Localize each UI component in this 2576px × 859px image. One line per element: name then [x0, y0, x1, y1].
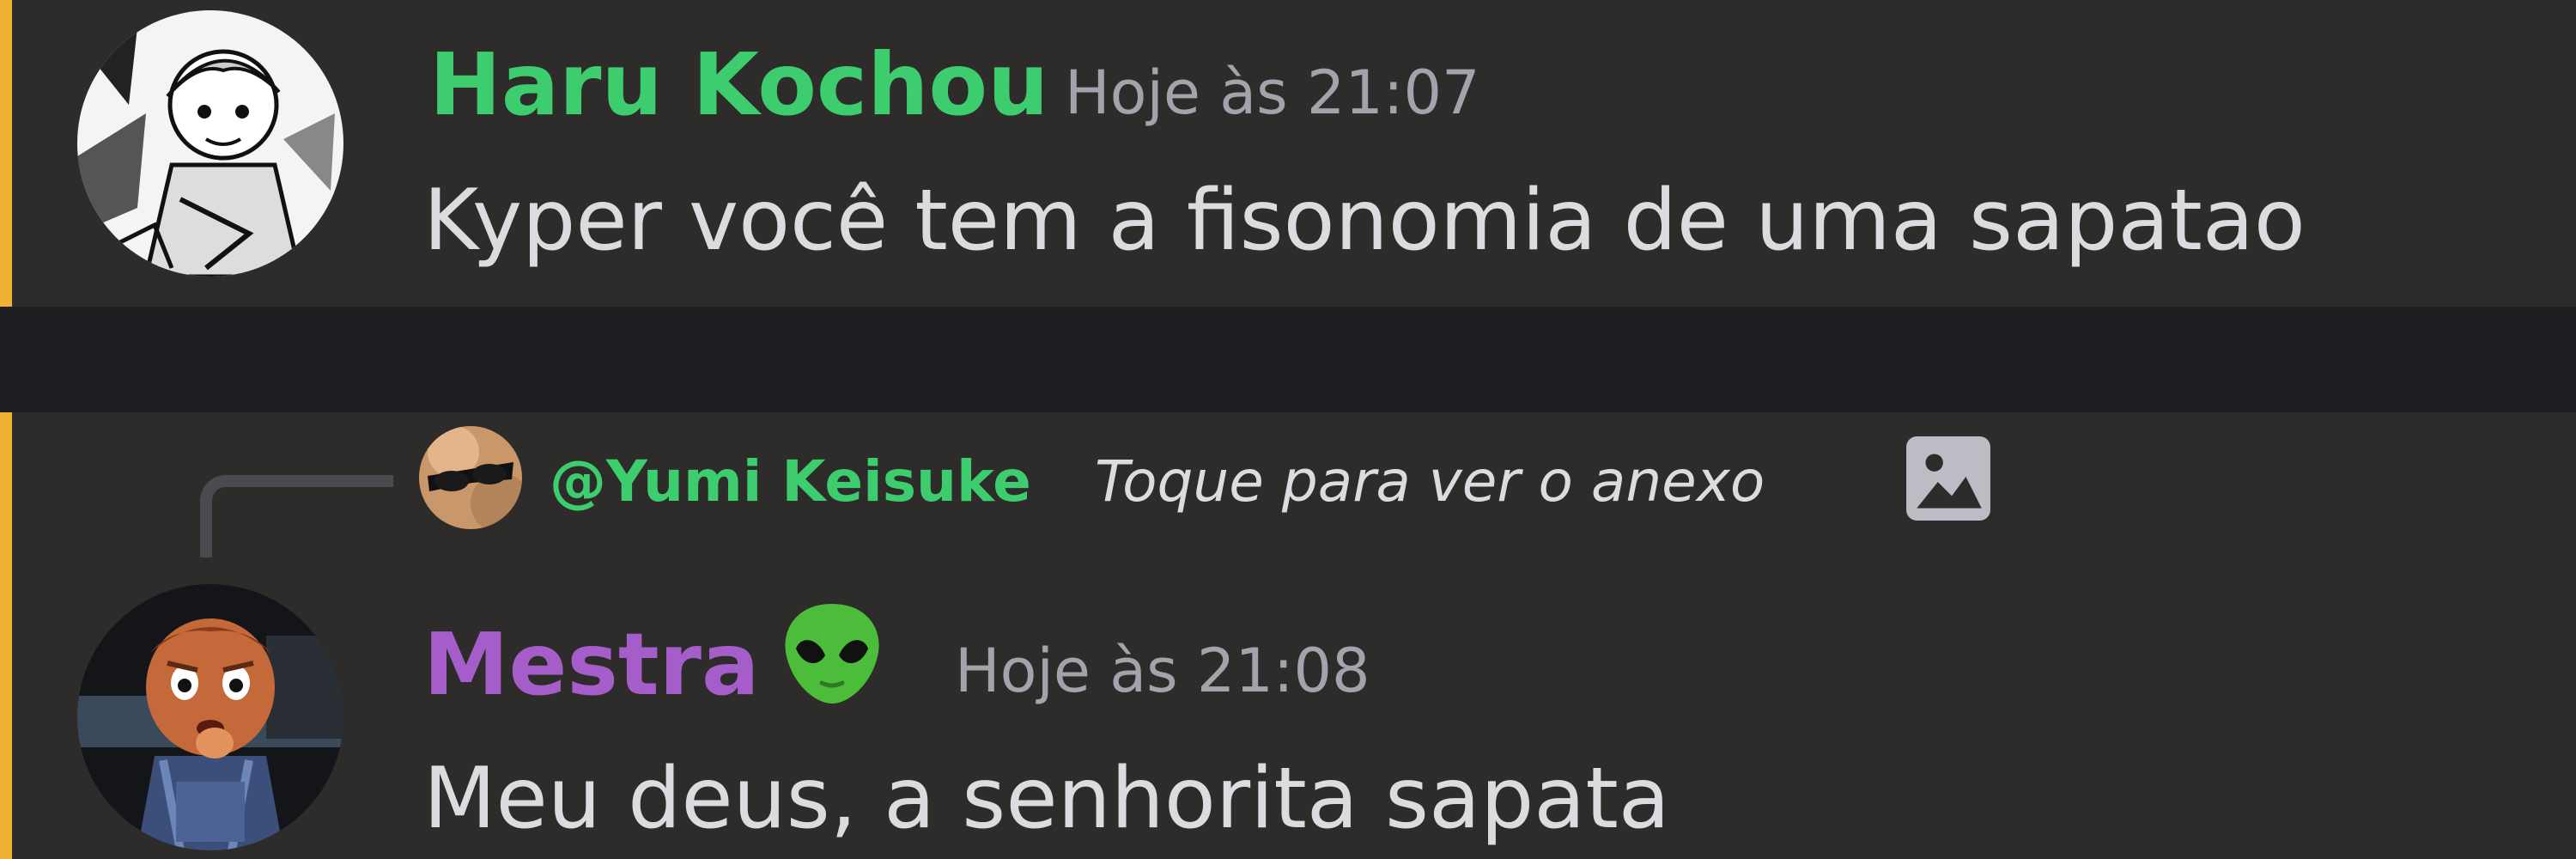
clay-character-avatar-icon	[77, 584, 343, 850]
reply-author-mention[interactable]: @Yumi Keisuke	[550, 448, 1031, 515]
reply-avatar[interactable]	[419, 426, 522, 529]
avatar-haru-kochou[interactable]	[77, 10, 343, 277]
mention-highlight-bar	[0, 0, 12, 307]
message-haru-kochou[interactable]: Haru Kochou Hoje às 21:07 Kyper você tem…	[0, 0, 2576, 307]
author-name[interactable]: Haru Kochou	[429, 34, 1048, 135]
avatar-mestra[interactable]	[77, 584, 343, 850]
reply-connector	[200, 475, 393, 557]
mention-highlight-bar	[0, 412, 12, 859]
message-separator	[0, 307, 2576, 412]
image-icon[interactable]	[1905, 435, 1992, 522]
alien-icon	[777, 599, 887, 709]
manga-avatar-icon	[77, 10, 343, 277]
message-content: Kyper você tem a fisonomia de uma sapata…	[423, 172, 2306, 270]
reply-preview-text[interactable]: Toque para ver o anexo	[1095, 448, 1765, 515]
reply-avatar-icon	[419, 426, 522, 529]
message-content: Meu deus, a senhorita sapata	[423, 750, 1670, 848]
message-timestamp: Hoje às 21:07	[1065, 58, 1480, 128]
message-timestamp: Hoje às 21:08	[955, 636, 1370, 706]
author-name[interactable]: Mestra	[423, 614, 759, 715]
